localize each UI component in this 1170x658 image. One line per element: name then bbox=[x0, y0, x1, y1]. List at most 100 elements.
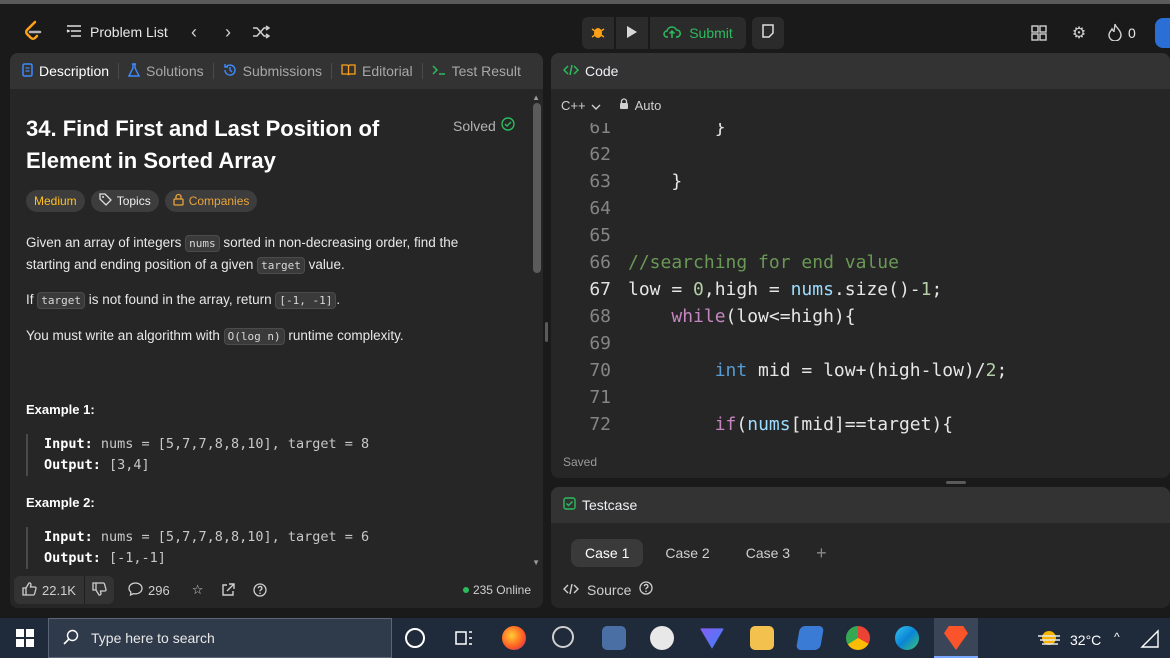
chevron-down-icon bbox=[591, 98, 601, 113]
code-line[interactable]: 63 } bbox=[551, 168, 1170, 195]
note-icon bbox=[761, 23, 775, 43]
file-explorer-icon[interactable] bbox=[750, 626, 774, 650]
code-line[interactable]: 70 int mid = low+(high-low)/2; bbox=[551, 357, 1170, 384]
firefox-icon[interactable] bbox=[502, 626, 526, 650]
temperature: 32°C bbox=[1070, 631, 1102, 648]
taskbar-search-input[interactable]: Type here to search bbox=[48, 618, 392, 658]
next-problem-icon[interactable]: › bbox=[217, 20, 239, 44]
solved-label: Solved bbox=[453, 117, 496, 134]
history-icon bbox=[223, 63, 237, 80]
submit-button[interactable]: Submit bbox=[650, 17, 746, 49]
code-brackets-icon bbox=[563, 582, 579, 598]
prev-problem-icon[interactable]: ‹ bbox=[183, 20, 205, 44]
search-icon bbox=[63, 629, 79, 648]
chevron-up-icon[interactable]: ^ bbox=[1114, 630, 1128, 644]
line-number: 65 bbox=[589, 225, 611, 246]
code-line[interactable]: 65 bbox=[551, 222, 1170, 249]
layout-icon[interactable] bbox=[1026, 20, 1052, 46]
obs-icon[interactable] bbox=[552, 626, 574, 648]
tab-case-3[interactable]: Case 3 bbox=[732, 539, 804, 567]
line-number: 70 bbox=[589, 360, 611, 381]
line-text: //searching for end value bbox=[628, 252, 899, 273]
code-editor[interactable]: 61 } 62 63 } 64 65 66 //searching for end valu… bbox=[551, 123, 1170, 435]
tab-description[interactable]: Description bbox=[22, 62, 120, 79]
share-icon[interactable] bbox=[221, 583, 236, 597]
left-tab-bar: Description Solutions Submissions Editor… bbox=[10, 53, 543, 89]
like-group: 22.1K bbox=[14, 576, 114, 604]
code-line[interactable]: 68 while(low<=high){ bbox=[551, 303, 1170, 330]
dislike-button[interactable] bbox=[83, 576, 114, 604]
testcase-title: Testcase bbox=[582, 497, 638, 513]
notes-button[interactable] bbox=[752, 17, 784, 49]
thumbs-down-icon bbox=[92, 581, 107, 599]
add-case-icon[interactable]: + bbox=[816, 543, 827, 564]
comment-icon bbox=[128, 581, 143, 599]
vertical-resize-handle[interactable] bbox=[545, 322, 548, 342]
store-icon[interactable] bbox=[795, 626, 825, 650]
tab-test-result-label: Test Result bbox=[451, 63, 521, 79]
tab-case-1[interactable]: Case 1 bbox=[571, 539, 644, 567]
code-line[interactable]: 62 bbox=[551, 141, 1170, 168]
problem-list-label: Problem List bbox=[90, 24, 168, 40]
tab-editorial-label: Editorial bbox=[362, 63, 413, 79]
problem-description: 34. Find First and Last Position of Elem… bbox=[10, 89, 532, 572]
code-line[interactable]: 64 bbox=[551, 195, 1170, 222]
companies-tag[interactable]: Companies bbox=[164, 190, 258, 212]
favorite-star-icon[interactable]: ☆ bbox=[192, 582, 204, 598]
debug-button[interactable] bbox=[582, 17, 614, 49]
tab-submissions-label: Submissions bbox=[242, 63, 322, 79]
proton-vpn-icon[interactable] bbox=[700, 628, 724, 649]
task-view-icon[interactable] bbox=[452, 626, 476, 650]
leetcode-logo-icon[interactable] bbox=[20, 18, 46, 44]
line-number: 71 bbox=[589, 387, 611, 408]
like-count: 22.1K bbox=[42, 582, 76, 598]
windows-start-icon[interactable] bbox=[16, 629, 34, 652]
wifi-icon[interactable] bbox=[1140, 628, 1160, 648]
like-button[interactable]: 22.1K bbox=[14, 576, 84, 604]
calculator-icon[interactable] bbox=[602, 626, 626, 650]
online-status: 235 Online bbox=[462, 583, 531, 597]
code-line[interactable]: 67 low = 0,high = nums.size()-1; bbox=[551, 276, 1170, 303]
brave-active-tab[interactable] bbox=[934, 618, 978, 658]
comments-button[interactable]: 296 bbox=[128, 581, 170, 599]
tab-case-2[interactable]: Case 2 bbox=[651, 539, 723, 567]
premium-button[interactable] bbox=[1155, 18, 1170, 48]
tab-solutions[interactable]: Solutions bbox=[127, 62, 214, 80]
scroll-down-icon[interactable]: ▼ bbox=[532, 558, 540, 567]
line-number: 72 bbox=[589, 414, 611, 435]
difficulty-badge[interactable]: Medium bbox=[26, 190, 85, 212]
language-select[interactable]: C++ bbox=[561, 98, 601, 113]
code-line[interactable]: 66 //searching for end value bbox=[551, 249, 1170, 276]
edge-icon[interactable] bbox=[895, 626, 919, 650]
description-scrollbar[interactable] bbox=[533, 103, 541, 273]
chrome-icon[interactable] bbox=[846, 626, 870, 650]
auto-mode[interactable]: Auto bbox=[619, 98, 661, 113]
streak-counter[interactable]: 0 bbox=[1108, 20, 1136, 46]
code-line[interactable]: 61 } bbox=[551, 123, 1170, 141]
run-button[interactable] bbox=[616, 17, 648, 49]
tab-submissions[interactable]: Submissions bbox=[223, 63, 332, 79]
settings-gear-icon[interactable]: ⚙ bbox=[1066, 20, 1092, 46]
shuffle-icon[interactable] bbox=[250, 20, 272, 44]
streak-count: 0 bbox=[1128, 25, 1136, 41]
line-text: if(nums[mid]==target){ bbox=[714, 414, 954, 435]
scroll-up-icon[interactable]: ▲ bbox=[532, 93, 540, 102]
code-header: Code bbox=[551, 53, 1170, 89]
code-line[interactable]: 71 bbox=[551, 384, 1170, 411]
tag-row: Medium Topics Companies bbox=[26, 190, 258, 212]
weather-widget[interactable]: 32°C bbox=[1036, 628, 1101, 651]
flask-icon bbox=[127, 62, 141, 80]
tab-test-result[interactable]: Test Result bbox=[432, 63, 530, 79]
horizontal-resize-handle[interactable] bbox=[946, 481, 966, 484]
code-line[interactable]: 69 bbox=[551, 330, 1170, 357]
code-line[interactable]: 72 if(nums[mid]==target){ bbox=[551, 411, 1170, 435]
app-icon[interactable] bbox=[650, 626, 674, 650]
source-label[interactable]: Source bbox=[587, 582, 631, 598]
cortana-icon[interactable] bbox=[405, 628, 425, 648]
code-brackets-icon bbox=[562, 63, 580, 79]
topics-tag[interactable]: Topics bbox=[90, 190, 159, 212]
tab-editorial[interactable]: Editorial bbox=[341, 63, 423, 79]
help-icon[interactable] bbox=[639, 581, 654, 598]
problem-list-button[interactable]: Problem List bbox=[66, 20, 168, 44]
help-icon[interactable] bbox=[253, 583, 267, 597]
